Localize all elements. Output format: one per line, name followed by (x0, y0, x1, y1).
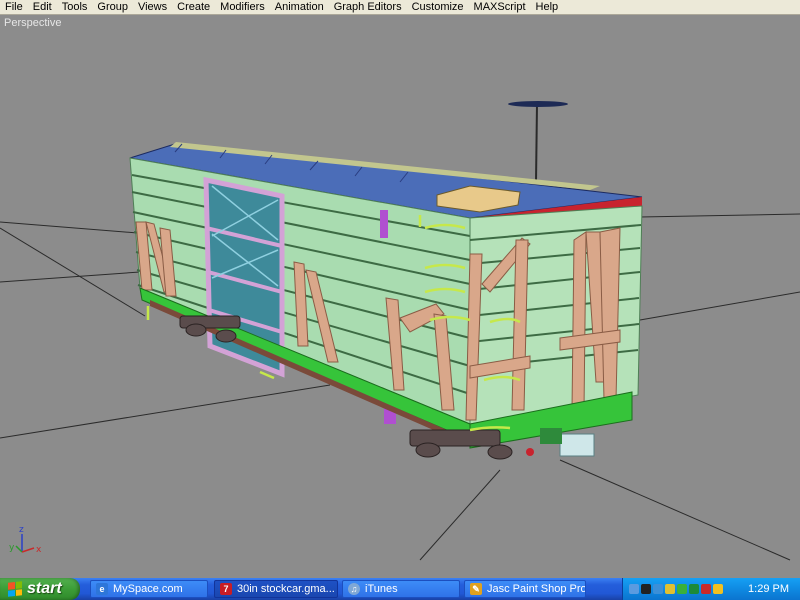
network-icon[interactable] (629, 584, 639, 594)
menu-graph-editors[interactable]: Graph Editors (329, 0, 407, 14)
menu-bar: File Edit Tools Group Views Create Modif… (0, 0, 800, 15)
taskbar: start e MySpace.com 7 30in stockcar.gma.… (0, 578, 800, 600)
menu-views[interactable]: Views (133, 0, 172, 14)
task-label: Jasc Paint Shop Pro (487, 583, 586, 595)
menu-animation[interactable]: Animation (270, 0, 329, 14)
start-button[interactable]: start (0, 578, 80, 600)
shield-icon[interactable] (713, 584, 723, 594)
menu-modifiers[interactable]: Modifiers (215, 0, 270, 14)
taskbar-item-myspace[interactable]: e MySpace.com (90, 580, 208, 598)
clock[interactable]: 1:29 PM (748, 583, 789, 595)
axis-tripod: z x y (9, 525, 42, 555)
folder-icon[interactable] (665, 584, 675, 594)
task-label: 30in stockcar.gma... (237, 583, 335, 595)
menu-maxscript[interactable]: MAXScript (469, 0, 531, 14)
menu-edit[interactable]: Edit (28, 0, 57, 14)
antivirus-icon[interactable] (701, 584, 711, 594)
taskbar-item-itunes[interactable]: ♫ iTunes (342, 580, 460, 598)
paintshop-icon: ✎ (470, 583, 482, 595)
task-label: iTunes (365, 583, 398, 595)
taskbar-item-paintshop[interactable]: ✎ Jasc Paint Shop Pro (464, 580, 586, 598)
windows-logo-icon (8, 581, 22, 597)
ie-icon: e (96, 583, 108, 595)
taskbar-item-3dsmax[interactable]: 7 30in stockcar.gma... (214, 580, 338, 598)
axis-z-label: z (19, 525, 24, 535)
start-label: start (27, 580, 62, 597)
menu-tools[interactable]: Tools (57, 0, 93, 14)
menu-file[interactable]: File (0, 0, 28, 14)
itunes-icon: ♫ (348, 583, 360, 595)
menu-help[interactable]: Help (531, 0, 564, 14)
3dsmax-icon: 7 (220, 583, 232, 595)
axis-x-label: x (36, 545, 42, 555)
menu-group[interactable]: Group (92, 0, 133, 14)
perspective-viewport[interactable]: z x y Perspective (0, 15, 800, 578)
system-tray: 1:29 PM (622, 578, 800, 600)
monitor-icon[interactable] (641, 584, 651, 594)
scene-canvas[interactable]: z x y (0, 15, 800, 578)
menu-customize[interactable]: Customize (407, 0, 469, 14)
messenger-icon[interactable] (653, 584, 663, 594)
menu-create[interactable]: Create (172, 0, 215, 14)
viewport-label[interactable]: Perspective (4, 17, 61, 29)
sync-icon[interactable] (689, 584, 699, 594)
update-icon[interactable] (677, 584, 687, 594)
task-label: MySpace.com (113, 583, 183, 595)
axis-y-label: y (9, 543, 15, 553)
